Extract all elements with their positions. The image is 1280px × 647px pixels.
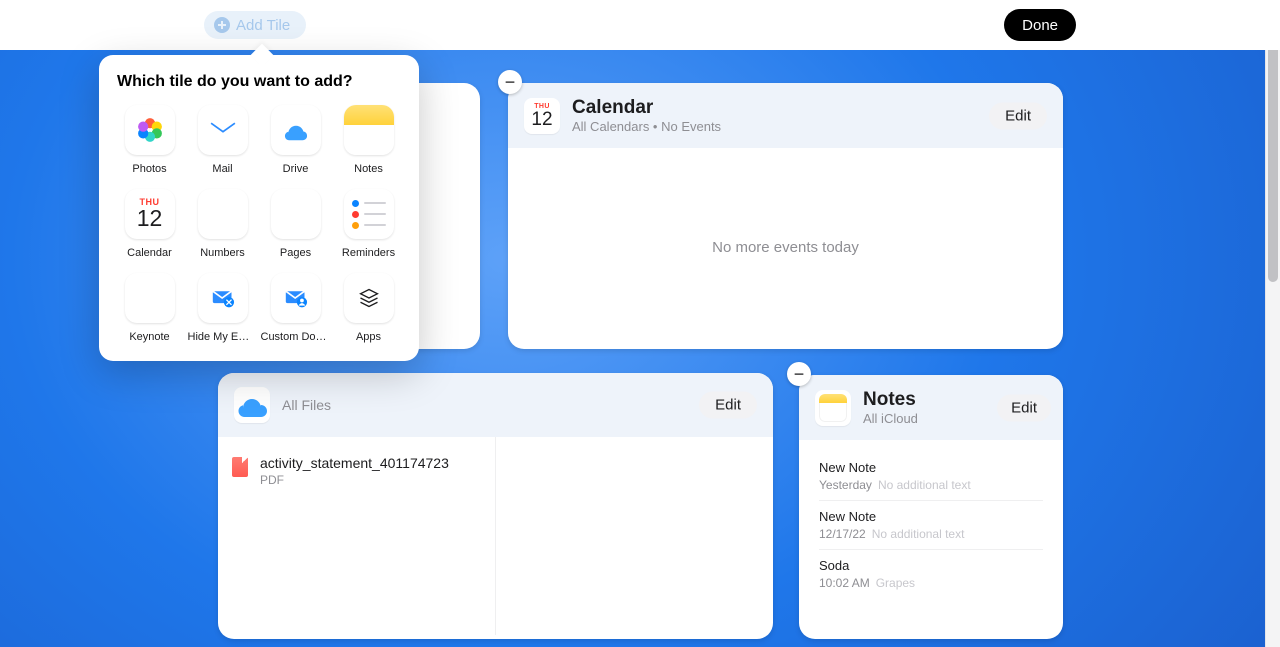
popover-title: Which tile do you want to add? xyxy=(113,73,405,91)
drive-file-row[interactable]: activity_statement_401174723 PDF xyxy=(232,455,481,487)
tile-option-reminders[interactable]: Reminders xyxy=(332,189,405,259)
drive-app-icon xyxy=(234,387,270,423)
drive-body: activity_statement_401174723 PDF xyxy=(218,437,773,635)
tile-option-apps[interactable]: Apps xyxy=(332,273,405,343)
note-time: Yesterday xyxy=(819,478,872,492)
pages-icon xyxy=(271,189,321,239)
calendar-empty-text: No more events today xyxy=(712,239,859,256)
calendar-body: No more events today xyxy=(508,148,1063,346)
note-title: Soda xyxy=(819,558,1043,573)
tile-option-label: Custom Dom… xyxy=(261,331,331,343)
tile-option-grid: Photos Mail Drive Notes THU 12 Ca xyxy=(113,105,405,343)
top-bar: Add Tile Done xyxy=(0,0,1280,50)
tile-option-label: Reminders xyxy=(342,247,395,259)
notes-tile-header: Notes All iCloud Edit xyxy=(799,375,1063,440)
remove-notes-button[interactable]: − xyxy=(787,362,811,386)
tile-option-mail[interactable]: Mail xyxy=(186,105,259,175)
drive-tile[interactable]: All Files Edit activity_statement_401174… xyxy=(218,373,773,639)
tile-option-photos[interactable]: Photos xyxy=(113,105,186,175)
tile-option-label: Drive xyxy=(283,163,309,175)
note-preview: No additional text xyxy=(878,478,971,492)
note-item[interactable]: New Note 12/17/22 No additional text xyxy=(819,501,1043,550)
drive-tile-header: All Files Edit xyxy=(218,373,773,437)
tile-option-label: Hide My Email xyxy=(188,331,258,343)
notes-app-icon xyxy=(815,390,851,426)
tile-option-label: Photos xyxy=(132,163,166,175)
remove-calendar-button[interactable]: − xyxy=(498,70,522,94)
done-button[interactable]: Done xyxy=(1004,9,1076,41)
photos-icon xyxy=(125,105,175,155)
tile-option-label: Mail xyxy=(212,163,232,175)
tile-option-custom-domain[interactable]: Custom Dom… xyxy=(259,273,332,343)
drive-column-left: activity_statement_401174723 PDF xyxy=(218,437,496,635)
plus-circle-icon xyxy=(214,17,230,33)
calendar-edit-button[interactable]: Edit xyxy=(989,102,1047,129)
tile-option-label: Calendar xyxy=(127,247,172,259)
tile-option-calendar[interactable]: THU 12 Calendar xyxy=(113,189,186,259)
apps-icon xyxy=(344,273,394,323)
tile-option-label: Apps xyxy=(356,331,381,343)
tile-option-notes[interactable]: Notes xyxy=(332,105,405,175)
calendar-tile-header: THU 12 Calendar All Calendars • No Event… xyxy=(508,83,1063,148)
tile-option-label: Numbers xyxy=(200,247,245,259)
hide-my-email-icon xyxy=(198,273,248,323)
numbers-icon xyxy=(198,189,248,239)
note-preview: No additional text xyxy=(872,527,965,541)
custom-domain-icon xyxy=(271,273,321,323)
tile-option-numbers[interactable]: Numbers xyxy=(186,189,259,259)
tile-option-keynote[interactable]: Keynote xyxy=(113,273,186,343)
note-time: 12/17/22 xyxy=(819,527,866,541)
tile-option-label: Pages xyxy=(280,247,311,259)
add-tile-label: Add Tile xyxy=(236,17,290,34)
tile-option-hide-my-email[interactable]: Hide My Email xyxy=(186,273,259,343)
tile-option-label: Notes xyxy=(354,163,383,175)
notes-icon xyxy=(344,105,394,155)
tile-option-pages[interactable]: Pages xyxy=(259,189,332,259)
notes-edit-button[interactable]: Edit xyxy=(997,394,1051,421)
note-preview: Grapes xyxy=(876,576,915,590)
notes-title: Notes xyxy=(863,389,918,411)
note-time: 10:02 AM xyxy=(819,576,870,590)
notes-list: New Note Yesterday No additional text New… xyxy=(799,440,1063,610)
drive-icon xyxy=(271,105,321,155)
calendar-subtitle: All Calendars • No Events xyxy=(572,119,721,134)
file-type: PDF xyxy=(260,473,449,487)
keynote-icon xyxy=(125,273,175,323)
reminders-icon xyxy=(344,189,394,239)
calendar-icon-num: 12 xyxy=(531,110,552,129)
drive-edit-button[interactable]: Edit xyxy=(699,392,757,419)
drive-subtitle: All Files xyxy=(282,397,331,413)
notes-subtitle: All iCloud xyxy=(863,411,918,426)
notes-tile[interactable]: Notes All iCloud Edit New Note Yesterday… xyxy=(799,375,1063,639)
tile-option-label: Keynote xyxy=(129,331,169,343)
note-item[interactable]: New Note Yesterday No additional text xyxy=(819,452,1043,501)
add-tile-popover: Which tile do you want to add? Photos Ma… xyxy=(99,55,419,361)
pdf-file-icon xyxy=(232,457,248,477)
note-title: New Note xyxy=(819,509,1043,524)
calendar-opt-num: 12 xyxy=(137,207,163,230)
drive-column-right xyxy=(496,437,774,635)
note-title: New Note xyxy=(819,460,1043,475)
mail-icon xyxy=(198,105,248,155)
calendar-tile[interactable]: THU 12 Calendar All Calendars • No Event… xyxy=(508,83,1063,349)
file-name: activity_statement_401174723 xyxy=(260,455,449,471)
vertical-scrollbar[interactable] xyxy=(1265,0,1280,647)
note-item[interactable]: Soda 10:02 AM Grapes xyxy=(819,550,1043,598)
calendar-title: Calendar xyxy=(572,97,721,119)
calendar-icon: THU 12 xyxy=(125,189,175,239)
calendar-app-icon: THU 12 xyxy=(524,98,560,134)
tile-option-drive[interactable]: Drive xyxy=(259,105,332,175)
add-tile-button[interactable]: Add Tile xyxy=(204,11,306,39)
done-label: Done xyxy=(1022,17,1058,34)
